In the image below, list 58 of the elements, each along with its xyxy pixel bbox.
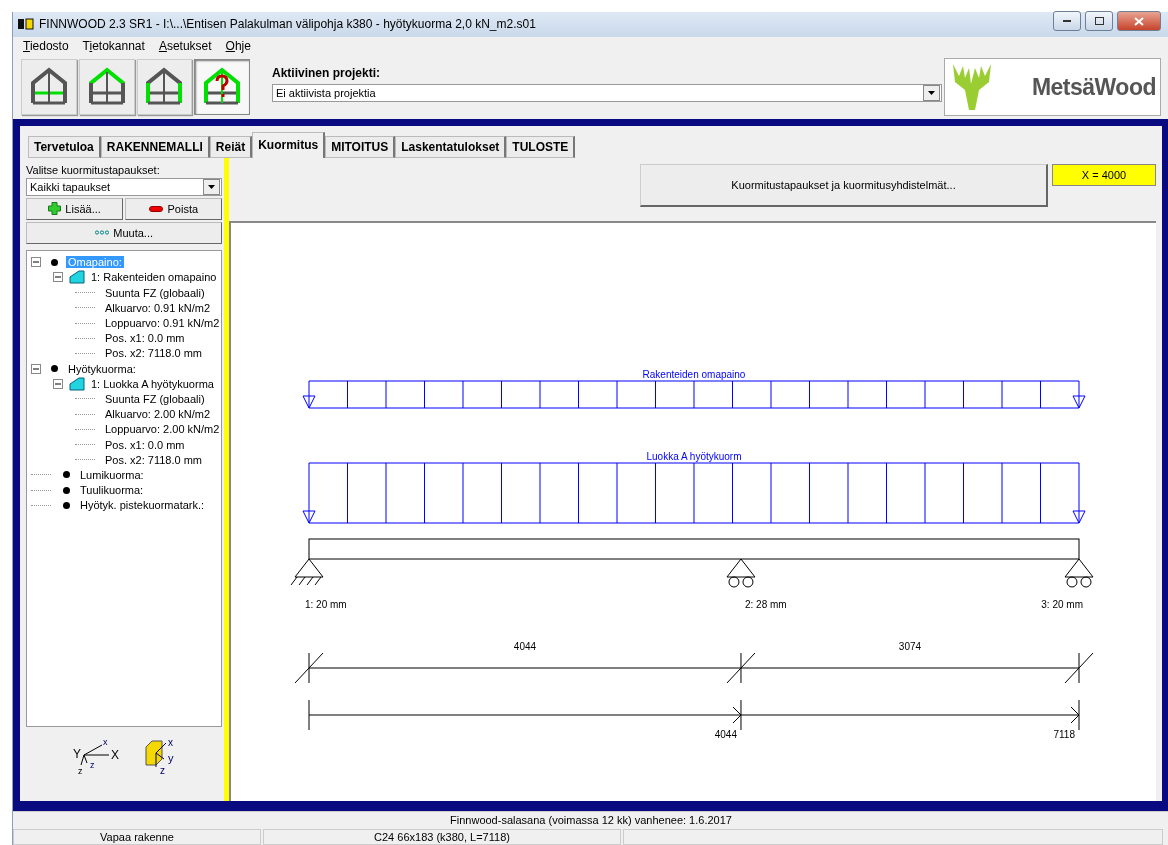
status-message: Finnwood-salasana (voimassa 12 kk) vanhenee: 1.6.2017 — [13, 810, 1168, 829]
support-label: 3: 20 mm — [1041, 598, 1083, 610]
logo-text: MetsäWood — [1031, 73, 1156, 101]
tree-item[interactable]: Suunta FZ (globaali) — [103, 392, 207, 405]
tree-item[interactable]: Alkuarvo: 2.00 kN/m2 — [103, 408, 213, 421]
tab[interactable]: Kuormitus — [252, 131, 326, 158]
load-label: Rakenteiden omapaino — [642, 368, 746, 380]
menu-item[interactable]: Asetukset — [158, 39, 212, 54]
tree-item[interactable]: Hyötyk. pistekuormatark.: — [78, 499, 207, 512]
axis-label: x — [168, 736, 174, 748]
tree-item[interactable]: Tuulikuorma: — [78, 484, 146, 497]
axis-label: x — [103, 736, 108, 747]
dimension-label: 4044 — [513, 640, 537, 652]
load-label: Luokka A hyötykuorm — [646, 450, 742, 462]
axis-label: y — [168, 751, 174, 764]
tree-item[interactable]: 1: Rakenteiden omapaino — [89, 271, 219, 284]
tree-item[interactable]: Hyötykuorma: — [66, 362, 138, 375]
axis-label: z — [160, 764, 166, 775]
tree-item[interactable]: Pos. x2: 7118.0 mm — [103, 347, 204, 360]
menu-item[interactable]: Tiedosto — [23, 39, 69, 54]
status-panel: C24 66x183 (k380, L=7118) — [263, 828, 621, 845]
edit-button[interactable]: Muuta... — [26, 221, 223, 244]
tree-item[interactable]: Pos. x1: 0.0 mm — [103, 438, 187, 451]
tree-item[interactable]: Alkuarvo: 0.91 kN/m2 — [103, 301, 213, 314]
axis-label: z — [78, 765, 83, 775]
load-case-select[interactable]: Kaikki tapaukset — [26, 177, 222, 196]
tree-item[interactable]: Pos. x1: 0.0 mm — [103, 332, 187, 345]
dimension-label: 4044 — [714, 728, 737, 740]
window-title: FINNWOOD 2.3 SR1 - I:\...\Entisen Palakulman välipohja k380 - hyötykuorma 2,0 kN_m2.s01 — [39, 17, 537, 32]
axis-label: Y — [73, 746, 82, 761]
dimension-label: 7118 — [1053, 728, 1075, 740]
tree-item[interactable]: Suunta FZ (globaali) — [103, 286, 207, 299]
menu-item[interactable]: Tietokannat — [82, 39, 145, 54]
support-label: 1: 20 mm — [305, 598, 347, 610]
status-panel: Vapaa rakenne — [13, 828, 261, 845]
tree-item[interactable]: Lumikuorma: — [78, 468, 146, 481]
coordinate-readout: X = 4000 — [1052, 163, 1156, 186]
axis-label: z — [90, 759, 95, 770]
tab[interactable]: RAKENNEMALLI — [100, 135, 210, 158]
remove-button[interactable]: Poista — [125, 197, 223, 220]
tab[interactable]: Tervetuloa — [28, 135, 101, 158]
tree-item[interactable]: Loppuarvo: 2.00 kN/m2 — [103, 423, 222, 436]
project-select[interactable]: Ei aktiivista projektia — [272, 84, 942, 103]
dimension-label: 3074 — [898, 640, 922, 652]
tree-item[interactable]: Pos. x2: 7118.0 mm — [103, 453, 204, 466]
tab[interactable]: Reiät — [209, 135, 253, 158]
tab[interactable]: TULOSTE — [506, 135, 576, 158]
tree-item[interactable]: 1: Luokka A hyötykuorma — [89, 377, 216, 390]
tab[interactable]: MITOITUS — [325, 135, 396, 158]
load-cases-button[interactable]: Kuormitustapaukset ja kuormitusyhdistelmät... — [640, 163, 1048, 207]
menu-item[interactable]: Ohje — [225, 39, 251, 54]
tree-item[interactable]: Loppuarvo: 0.91 kN/m2 — [103, 317, 222, 329]
axis-label: X — [111, 747, 120, 762]
support-label: 2: 28 mm — [744, 598, 787, 610]
select-label: Valitse kuormitustapaukset: — [26, 163, 161, 176]
add-button[interactable]: Lisää... — [26, 197, 124, 220]
tab[interactable]: Laskentatulokset — [395, 135, 507, 158]
project-label: Aktiivinen projekti: — [272, 66, 382, 81]
